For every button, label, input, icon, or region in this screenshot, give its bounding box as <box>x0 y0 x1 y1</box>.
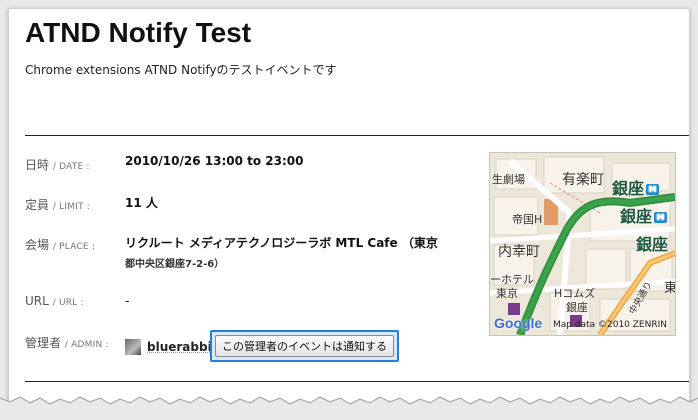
date-value: 2010/10/26 13:00 to 23:00 <box>125 154 304 168</box>
url-label-ja: URL <box>25 294 49 308</box>
event-description: Chrome extensions ATND Notifyのテストイベントです <box>25 63 337 77</box>
url-label-en: URL <box>58 298 78 308</box>
place-value: リクルート メディアテクノロジーラボ MTL Cafe （東京 <box>125 236 438 250</box>
admin-name-link[interactable]: bluerabbi <box>147 340 212 354</box>
map-label-teikoku: 帝国H <box>512 213 543 226</box>
place-address: 都中央区銀座7-2-6） <box>125 259 225 270</box>
map-credit: Map data ©2010 ZENRIN <box>553 320 667 330</box>
subway-icon: M <box>646 184 660 195</box>
google-logo: Google <box>494 315 543 331</box>
notify-admin-events-button[interactable]: この管理者のイベントは通知する <box>215 335 394 357</box>
torn-edge <box>0 396 698 420</box>
event-card: ATND Notify Test Chrome extensions ATND … <box>8 8 690 414</box>
place-label: 会場 / PLACE : <box>25 238 96 252</box>
subway-icon: M <box>654 212 668 223</box>
limit-label-ja: 定員 <box>25 198 50 212</box>
limit-label: 定員 / LIMIT : <box>25 198 91 212</box>
map-label-theater: 生劇場 <box>492 173 525 186</box>
bottom-divider <box>25 381 689 382</box>
page-title: ATND Notify Test <box>25 17 252 48</box>
map-label-ginza-3: 銀座 <box>636 235 669 254</box>
admin-label-ja: 管理者 <box>25 336 62 350</box>
date-label-ja: 日時 <box>25 158 50 172</box>
admin-label-en: ADMIN <box>71 340 103 350</box>
url-value: - <box>125 294 130 308</box>
map-label-higashi: 東 <box>664 281 676 296</box>
limit-label-en: LIMIT <box>59 202 84 212</box>
map-label-ginza-small: 銀座 <box>566 301 588 314</box>
admin-label: 管理者 / ADMIN : <box>25 336 109 350</box>
url-label: URL / URL : <box>25 294 84 308</box>
map-label-tokyo: 東京 <box>496 287 518 300</box>
notify-button-highlight: この管理者のイベントは通知する <box>210 330 399 362</box>
map-label-ginza-1: 銀座 M <box>612 175 660 199</box>
place-label-en: PLACE <box>59 242 89 252</box>
limit-value: 11 人 <box>125 196 158 210</box>
place-label-ja: 会場 <box>25 238 50 252</box>
map-label-uchisaiwai: 内幸町 <box>498 244 540 260</box>
date-label-en: DATE <box>59 162 84 172</box>
top-divider <box>25 135 689 136</box>
venue-map[interactable]: 生劇場 有楽町 銀座 M 銀座 M 銀座 帝国H 内幸町 ーホテル 東京 Hコムズ … <box>489 152 676 336</box>
map-label-yurakucho: 有楽町 <box>562 172 604 188</box>
admin-avatar[interactable] <box>125 339 141 355</box>
map-label-ginza-2: 銀座 M <box>620 203 668 227</box>
date-label: 日時 / DATE : <box>25 158 90 172</box>
